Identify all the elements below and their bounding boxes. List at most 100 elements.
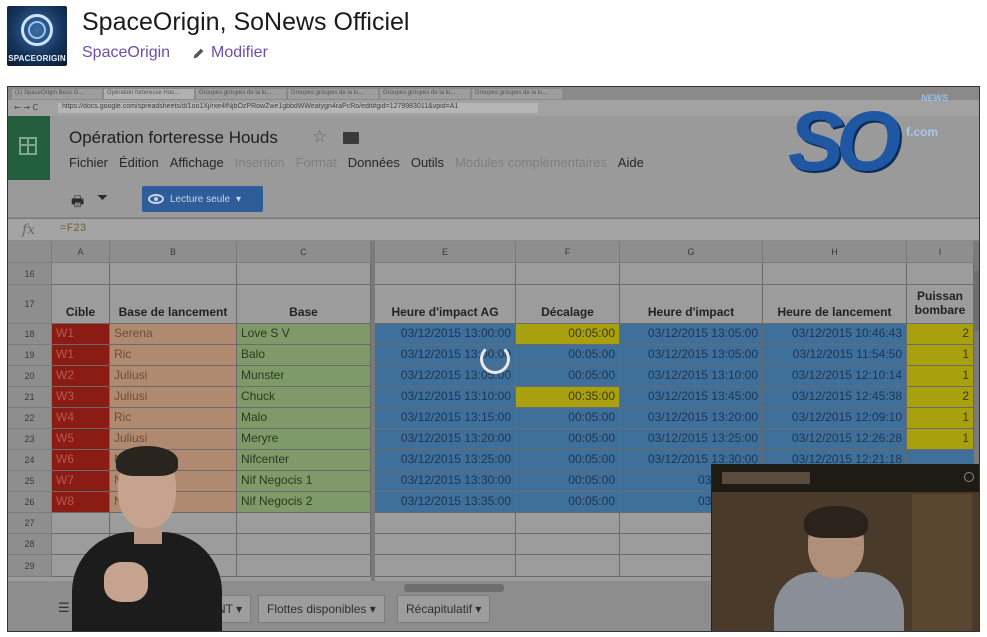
data-cell: 03/12/2015 13:25:00 <box>620 429 763 450</box>
empty-cell <box>375 534 516 555</box>
column-header: E <box>375 241 516 263</box>
browser-tab: Groupes groupes de la lu... <box>380 89 470 99</box>
menu-item: Édition <box>119 155 159 170</box>
row-header: 27 <box>8 513 52 534</box>
sheet-tab-2: Flottes disponibles ▾ <box>258 595 385 623</box>
row-header: 18 <box>8 324 52 345</box>
sheets-logo <box>8 116 50 180</box>
data-cell: 2 <box>907 324 974 345</box>
empty-cell <box>620 263 763 285</box>
row-header: 20 <box>8 366 52 387</box>
avatar-label: SPACEORIGIN <box>8 54 66 63</box>
row-header: 25 <box>8 471 52 492</box>
data-cell: 03/12/2015 13:05:00 <box>620 345 763 366</box>
all-sheets-icon: ☰ <box>58 601 70 616</box>
column-title: Décalage <box>516 285 620 324</box>
data-cell: Juliusi <box>110 366 237 387</box>
horizontal-scrollbar <box>404 584 504 592</box>
formula-bar: fx =F23 <box>8 219 979 241</box>
browser-tab: Groupes groupes de la lu... <box>472 89 562 99</box>
data-cell: 03/12/2015 13:20:00 <box>375 429 516 450</box>
column-title: Base de lancement <box>110 285 237 324</box>
empty-cell <box>237 263 371 285</box>
data-cell: 03/12/2015 13:35:00 <box>375 492 516 513</box>
formula-value: =F23 <box>60 223 87 235</box>
edit-link-label: Modifier <box>211 44 268 61</box>
data-cell: 00:05:00 <box>516 429 620 450</box>
browser-tab: (1) SpaceOrigin Boss G... <box>12 89 102 99</box>
menu-item: Aide <box>617 155 644 170</box>
row-header: 22 <box>8 408 52 429</box>
column-header: F <box>516 241 620 263</box>
column-header: B <box>110 241 237 263</box>
row-header: 24 <box>8 450 52 471</box>
data-cell: Malo <box>237 408 371 429</box>
data-cell: 00:05:00 <box>516 345 620 366</box>
empty-cell <box>375 263 516 285</box>
menu-item: Fichier <box>69 155 109 170</box>
data-cell: Ric <box>110 345 237 366</box>
data-cell: 03/12/2015 13:25:00 <box>375 450 516 471</box>
sheets-grid-icon <box>19 137 37 155</box>
menu-item: Modules complémentaires <box>455 155 607 170</box>
webcam-window <box>722 472 810 484</box>
menu-item: Outils <box>410 155 445 170</box>
data-cell: W2 <box>52 366 110 387</box>
presenter-hand <box>104 562 148 602</box>
sheets-menu-bar: Fichier Édition Affichage Insertion Format Do… <box>69 155 655 170</box>
sonews-logo: SO f.com NEWS <box>788 93 978 188</box>
print-icon: 🖶 <box>71 194 85 210</box>
column-header: H <box>763 241 907 263</box>
webcam-close-icon <box>964 472 974 482</box>
data-cell: 00:05:00 <box>516 408 620 429</box>
empty-cell <box>516 263 620 285</box>
column-title: Heure d'impact <box>620 285 763 324</box>
column-header: G <box>620 241 763 263</box>
data-cell: Love S V <box>237 324 371 345</box>
data-cell: 1 <box>907 345 974 366</box>
webcam-overlay <box>711 464 979 631</box>
empty-cell <box>375 513 516 534</box>
column-title: Puissan bombare <box>907 285 974 324</box>
webcam-person-hair <box>804 506 868 538</box>
video-player[interactable]: (1) SpaceOrigin Boss G... Opération forte… <box>7 86 980 632</box>
data-cell: 1 <box>907 408 974 429</box>
empty-cell <box>237 513 371 534</box>
read-only-button: Lecture seule ▾ <box>142 186 263 212</box>
data-cell: 2 <box>907 387 974 408</box>
chevron-down-icon: ▾ <box>236 193 242 205</box>
data-cell: Juliusi <box>110 387 237 408</box>
data-cell: Serena <box>110 324 237 345</box>
data-cell: W1 <box>52 345 110 366</box>
data-cell: 1 <box>907 429 974 450</box>
edit-link[interactable]: Modifier <box>192 44 268 62</box>
folder-icon <box>343 132 359 144</box>
channel-link[interactable]: SpaceOrigin <box>82 44 170 62</box>
empty-cell <box>237 555 371 577</box>
row-header: 21 <box>8 387 52 408</box>
column-header: C <box>237 241 371 263</box>
data-cell: 03/12/2015 11:54:50 <box>763 345 907 366</box>
empty-cell <box>110 263 237 285</box>
post-header: SPACEORIGIN SpaceOrigin, SoNews Officiel… <box>0 0 987 84</box>
data-cell: Chuck <box>237 387 371 408</box>
data-cell: 1 <box>907 366 974 387</box>
data-cell: 03/12/2015 13:15:00 <box>375 408 516 429</box>
pencil-icon <box>193 48 204 58</box>
row-header: 19 <box>8 345 52 366</box>
empty-cell <box>237 534 371 555</box>
presenter-overlay <box>72 442 222 631</box>
webcam-person-body <box>774 572 904 631</box>
data-cell: 03/12/2015 13:05:00 <box>620 324 763 345</box>
row-header: 29 <box>8 555 52 577</box>
presenter-hair <box>116 446 178 476</box>
avatar-inner-ring-icon <box>28 21 46 39</box>
channel-avatar[interactable]: SPACEORIGIN <box>7 6 67 66</box>
eye-icon <box>148 194 164 204</box>
data-cell: 00:05:00 <box>516 492 620 513</box>
empty-cell <box>516 555 620 577</box>
data-cell: 00:35:00 <box>516 387 620 408</box>
data-cell: 03/12/2015 12:09:10 <box>763 408 907 429</box>
sonews-logo-letters: SO <box>788 94 901 188</box>
data-cell: W3 <box>52 387 110 408</box>
